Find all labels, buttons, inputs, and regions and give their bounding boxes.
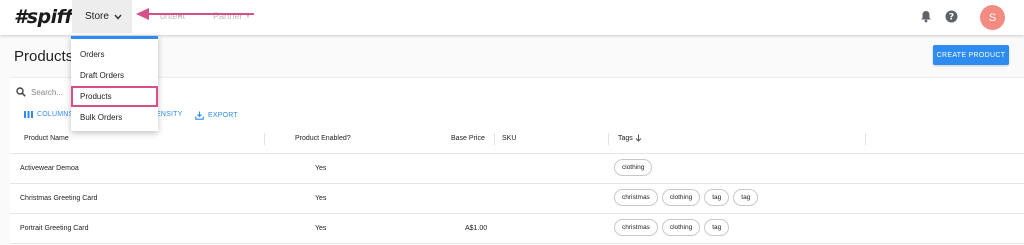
columns-button[interactable]: COLUMNS — [24, 111, 73, 118]
export-label: EXPORT — [208, 112, 238, 119]
density-button[interactable]: ENSITY — [156, 111, 182, 118]
tag-chip[interactable]: clothing — [661, 219, 701, 236]
nav-store-label: Store — [85, 11, 109, 22]
user-avatar[interactable]: S — [980, 5, 1005, 30]
nav-store-menu[interactable]: Store — [72, 0, 132, 33]
download-icon — [195, 111, 204, 120]
density-label: ENSITY — [156, 111, 183, 118]
column-separator[interactable] — [608, 133, 609, 145]
tag-chip[interactable]: clothing — [614, 159, 653, 176]
create-product-button[interactable]: CREATE PRODUCT — [933, 45, 1009, 65]
search-input[interactable]: Search... — [16, 87, 63, 97]
product-name-cell[interactable]: Christmas Greeting Card — [20, 195, 97, 202]
grid-header-row: Product Name Product Enabled? Base Price… — [10, 124, 1024, 154]
help-icon[interactable]: ? — [945, 10, 959, 24]
tags-cell: christmas clothing tag tag — [614, 189, 759, 206]
annotation-arrow — [136, 8, 254, 20]
app-logo[interactable]: #spiff — [14, 6, 73, 28]
chevron-down-icon — [114, 12, 122, 22]
columns-icon — [24, 111, 33, 118]
tag-chip[interactable]: tag — [733, 189, 759, 206]
tag-chip[interactable]: clothing — [661, 189, 701, 206]
column-header-tags[interactable]: Tags — [618, 135, 633, 142]
base-price-cell: A$1.00 — [465, 225, 488, 232]
menu-item-orders[interactable]: Orders — [71, 44, 158, 65]
store-dropdown-menu: Orders Draft Orders Products Bulk Orders — [71, 36, 158, 131]
svg-text:?: ? — [949, 13, 954, 23]
table-row[interactable]: Portrait Greeting Card Yes A$1.00 christ… — [10, 214, 1024, 244]
table-row[interactable]: Activewear Demoa Yes clothing — [10, 154, 1024, 184]
menu-item-draft-orders[interactable]: Draft Orders — [71, 65, 158, 86]
product-enabled-cell: Yes — [315, 165, 327, 172]
column-header-product-name[interactable]: Product Name — [24, 135, 69, 142]
column-header-base-price[interactable]: Base Price — [451, 135, 485, 142]
column-header-product-enabled[interactable]: Product Enabled? — [295, 135, 351, 142]
product-enabled-cell: Yes — [315, 225, 327, 232]
column-separator[interactable] — [865, 133, 866, 145]
export-button[interactable]: EXPORT — [195, 111, 238, 120]
menu-item-products[interactable]: Products — [71, 86, 158, 107]
columns-label: COLUMNS — [37, 111, 74, 118]
product-enabled-cell: Yes — [315, 195, 327, 202]
product-name-cell[interactable]: Portrait Greeting Card — [20, 225, 88, 232]
column-separator[interactable] — [264, 133, 265, 145]
tag-chip[interactable]: tag — [704, 189, 730, 206]
column-header-sku[interactable]: SKU — [502, 135, 516, 142]
table-row[interactable]: Christmas Greeting Card Yes christmas cl… — [10, 184, 1024, 214]
menu-item-bulk-orders[interactable]: Bulk Orders — [71, 107, 158, 128]
tags-cell: christmas clothing tag — [614, 219, 730, 236]
page-title: Products — [14, 48, 74, 65]
tag-chip[interactable]: christmas — [614, 189, 658, 206]
arrow-down-icon[interactable] — [635, 134, 642, 144]
tag-chip[interactable]: tag — [704, 219, 730, 236]
tags-cell: clothing — [614, 159, 653, 176]
search-icon — [16, 87, 26, 97]
product-name-cell[interactable]: Activewear Demoa — [20, 165, 79, 172]
bell-icon[interactable] — [920, 10, 934, 24]
column-separator[interactable] — [494, 133, 495, 145]
tag-chip[interactable]: christmas — [614, 219, 658, 236]
search-placeholder: Search... — [31, 87, 64, 97]
